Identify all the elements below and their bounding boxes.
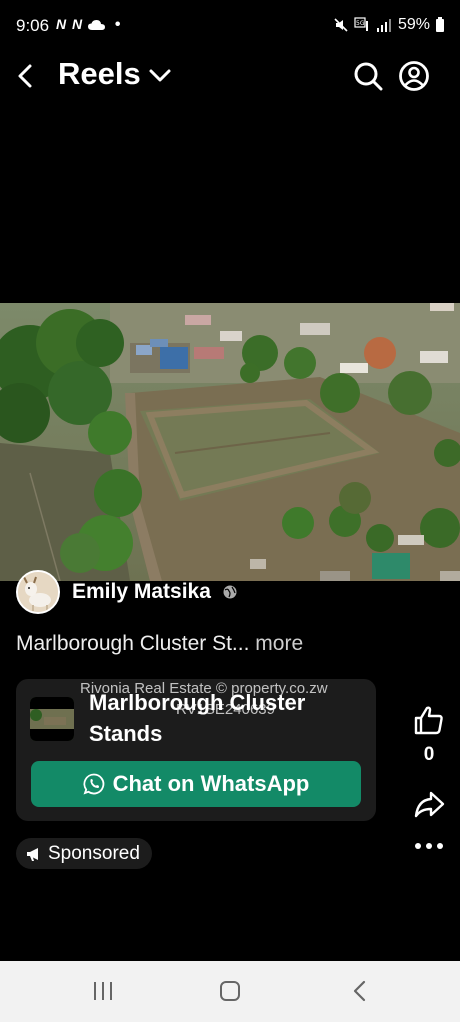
notification-icons: N N • (56, 16, 122, 33)
sponsored-label: Sponsored (48, 842, 140, 864)
status-indicators: 5G 59% (334, 16, 444, 34)
profile-icon[interactable] (398, 60, 430, 92)
thumbs-up-icon[interactable] (413, 704, 445, 736)
back-icon[interactable] (351, 980, 367, 1002)
chat-on-whatsapp-button[interactable]: Chat on WhatsApp (31, 761, 361, 807)
post-author[interactable]: Emily Matsika (16, 570, 237, 614)
globe-icon (223, 585, 237, 599)
like-count: 0 (423, 744, 435, 765)
battery-icon (436, 16, 444, 32)
author-name[interactable]: Emily Matsika (72, 580, 211, 604)
cellular-signal-icon (376, 19, 391, 32)
5g-signal-icon: 5G (354, 17, 368, 31)
share-icon[interactable] (413, 788, 445, 820)
whatsapp-button-label: Chat on WhatsApp (112, 771, 310, 796)
battery-percent: 59% (397, 16, 430, 33)
more-options-icon[interactable] (413, 838, 445, 854)
ad-card[interactable]: Rivonia Real Estate © property.co.zw RV1… (16, 679, 376, 821)
system-navigation-bar (0, 961, 460, 1022)
status-bar: 9:06 N N • 5G 59% (0, 0, 460, 52)
avatar[interactable] (16, 570, 60, 614)
land-thumbnail-icon (30, 697, 74, 741)
search-icon[interactable] (352, 60, 384, 92)
svg-text:5G: 5G (356, 20, 365, 27)
reel-video[interactable] (0, 303, 460, 581)
chevron-down-icon (149, 69, 171, 82)
ad-title: Marlborough Cluster Stands (89, 690, 306, 746)
ad-thumbnail (30, 697, 74, 741)
mute-icon (334, 18, 348, 32)
caption-text: Marlborough Cluster St... (16, 632, 250, 655)
page-title: Reels (58, 56, 141, 91)
cloud-icon (88, 20, 106, 31)
whatsapp-icon (83, 773, 104, 795)
back-arrow-icon[interactable] (12, 62, 40, 90)
megaphone-icon (27, 847, 38, 861)
reels-title-dropdown[interactable]: Reels (58, 56, 173, 92)
status-time: 9:06 (16, 16, 50, 35)
aerial-land-image (0, 303, 460, 581)
sponsored-badge[interactable]: Sponsored (16, 838, 152, 869)
reels-header: Reels (0, 52, 460, 102)
post-caption[interactable]: Marlborough Cluster St... more (16, 632, 303, 656)
goat-avatar-icon (18, 572, 58, 612)
more-link[interactable]: more (255, 632, 303, 655)
recent-apps-icon[interactable] (92, 981, 114, 1001)
home-button[interactable] (220, 981, 240, 1001)
